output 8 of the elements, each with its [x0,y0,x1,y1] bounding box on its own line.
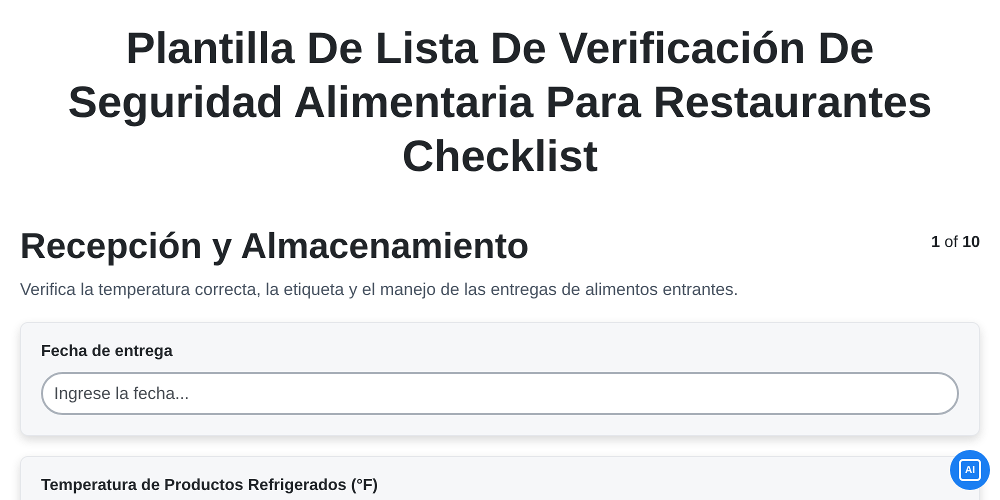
section-description: Verifica la temperatura correcta, la etiqueta y el manejo de las entregas de alimentos entrantes. [20,280,740,300]
section-heading: Recepción y Almacenamiento [20,224,529,268]
page-counter: 1 of 10 [931,234,980,252]
field-label: Fecha de entrega [41,343,174,361]
ai-button[interactable]: AI [950,450,990,490]
input-field[interactable]: Ingrese la fecha... [41,372,959,415]
field-label: Temperatura de Productos Refrigerados (°F) [41,477,379,495]
page-title: Plantilla De Lista De Verificación De Seguridad Alimentaria Para Restaurantes Checklist [66,23,933,183]
